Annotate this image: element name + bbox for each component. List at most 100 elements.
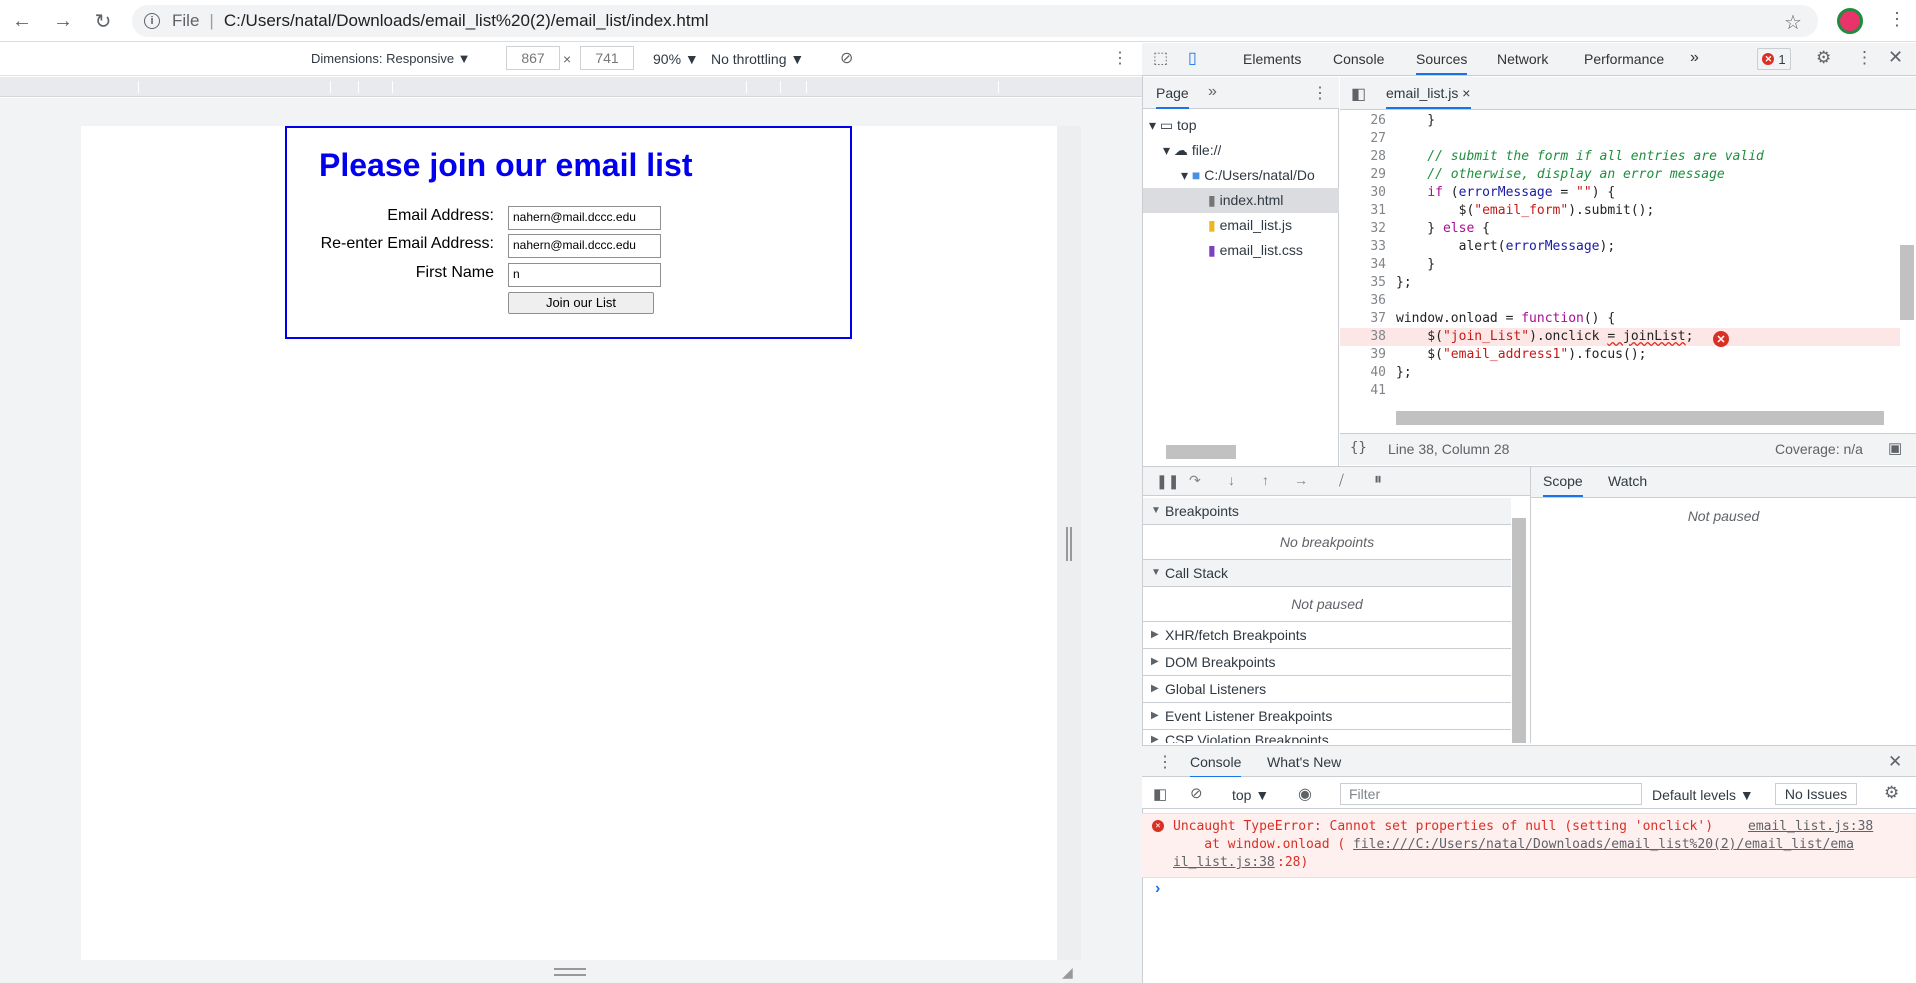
pause-icon[interactable]: ❚❚ (1156, 473, 1179, 490)
devtools-menu-icon[interactable]: ⋮ (1856, 48, 1873, 68)
line-number[interactable]: 31 (1340, 202, 1386, 220)
line-number[interactable]: 29 (1340, 166, 1386, 184)
navigator-scrollbar[interactable] (1166, 445, 1236, 459)
step-into-icon[interactable]: ↓ (1228, 472, 1235, 488)
email-field[interactable]: nahern@mail.dccc.edu (508, 206, 661, 230)
section-breakpoints[interactable]: ▼ Breakpoints (1143, 498, 1511, 525)
stack-frame-link[interactable]: file:///C:/Users/natal/Downloads/email_l… (1353, 836, 1854, 854)
bookmark-star-icon[interactable]: ☆ (1784, 10, 1802, 35)
live-expression-eye-icon[interactable]: ◉ (1298, 784, 1312, 804)
section-xhr-breakpoints[interactable]: ▶ XHR/fetch Breakpoints (1143, 622, 1511, 649)
editor-horizontal-scrollbar[interactable] (1396, 411, 1884, 425)
step-out-icon[interactable]: ↑ (1262, 472, 1269, 488)
navigator-more-icon[interactable]: » (1208, 83, 1217, 101)
media-query-segment[interactable] (358, 81, 359, 93)
viewport-width-input[interactable]: 867 (506, 46, 560, 70)
tab-sources[interactable]: Sources (1416, 51, 1468, 75)
media-query-segment[interactable] (392, 81, 393, 93)
resize-handle-bottom[interactable] (554, 968, 586, 976)
tab-page[interactable]: Page (1156, 85, 1189, 109)
tab-elements[interactable]: Elements (1243, 51, 1301, 67)
line-number[interactable]: 39 (1340, 346, 1386, 364)
console-prompt[interactable]: › (1155, 880, 1160, 898)
error-count-badge[interactable]: ✕ 1 (1757, 48, 1791, 70)
tree-item-folder[interactable]: ▾ ■ C:/Users/natal/Do (1181, 163, 1339, 188)
line-number[interactable]: 30 (1340, 184, 1386, 202)
resize-corner-icon[interactable]: ◢ (1062, 964, 1073, 981)
reload-icon[interactable]: ↻ (89, 7, 117, 35)
more-tabs-icon[interactable]: » (1690, 49, 1699, 67)
url-text[interactable]: C:/Users/natal/Downloads/email_list%20(2… (224, 11, 709, 31)
section-global-listeners[interactable]: ▶ Global Listeners (1143, 676, 1511, 703)
tab-network[interactable]: Network (1497, 51, 1548, 67)
debugger-scrollbar[interactable] (1512, 518, 1526, 743)
context-dropdown[interactable]: top ▼ (1232, 787, 1269, 803)
media-query-segment[interactable] (138, 81, 139, 93)
tree-item-top[interactable]: ▾ ▭ top (1149, 113, 1197, 138)
zoom-dropdown[interactable]: 90% ▼ (653, 51, 699, 67)
clear-console-icon[interactable]: ⊘ (1190, 784, 1203, 802)
step-icon[interactable]: → (1294, 472, 1308, 488)
viewport-height-input[interactable]: 741 (580, 46, 634, 70)
tab-console[interactable]: Console (1333, 51, 1384, 67)
media-query-segment[interactable] (330, 81, 331, 93)
close-devtools-icon[interactable]: ✕ (1888, 47, 1903, 68)
line-number[interactable]: 41 (1340, 382, 1386, 400)
drawer-menu-icon[interactable]: ⋮ (1157, 752, 1173, 772)
section-event-listener-breakpoints[interactable]: ▶ Event Listener Breakpoints (1143, 703, 1511, 730)
stack-frame-link-cont[interactable]: il_list.js:38 (1173, 854, 1275, 872)
log-levels-dropdown[interactable]: Default levels ▼ (1652, 787, 1754, 803)
editor-tab-email-list-js[interactable]: email_list.js × (1386, 85, 1472, 109)
device-menu-icon[interactable]: ⋮ (1112, 48, 1128, 68)
line-number[interactable]: 33 (1340, 238, 1386, 256)
profile-avatar[interactable] (1837, 8, 1863, 34)
settings-gear-icon[interactable]: ⚙ (1816, 48, 1831, 68)
rotate-icon[interactable]: ⊘ (840, 48, 853, 68)
resize-handle-right[interactable] (1066, 527, 1072, 561)
line-number[interactable]: 28 (1340, 148, 1386, 166)
tree-item-index-html[interactable]: ▮ index.html (1143, 188, 1339, 213)
navigator-menu-icon[interactable]: ⋮ (1312, 83, 1328, 103)
info-icon[interactable]: i (144, 13, 160, 29)
toggle-navigator-icon[interactable]: ◧ (1351, 84, 1366, 104)
issues-button[interactable]: No Issues (1775, 783, 1857, 805)
inspect-element-icon[interactable]: ⬚ (1153, 48, 1168, 68)
section-call-stack[interactable]: ▼ Call Stack (1143, 560, 1511, 587)
close-tab-icon[interactable]: × (1462, 85, 1470, 101)
line-number[interactable]: 26 (1340, 112, 1386, 130)
media-query-segment[interactable] (780, 81, 781, 93)
reemail-field[interactable]: nahern@mail.dccc.edu (508, 234, 661, 258)
console-settings-gear-icon[interactable]: ⚙ (1884, 783, 1899, 803)
throttling-dropdown[interactable]: No throttling ▼ (711, 51, 804, 67)
back-icon[interactable]: ← (8, 7, 36, 35)
tab-performance[interactable]: Performance (1584, 51, 1664, 67)
tree-item-file[interactable]: ▾ ☁ file:// (1163, 138, 1221, 163)
line-number[interactable]: 32 (1340, 220, 1386, 238)
tab-watch[interactable]: Watch (1608, 473, 1647, 489)
deactivate-breakpoints-icon[interactable]: ⧸ (1339, 472, 1344, 489)
line-number[interactable]: 38 (1340, 328, 1386, 346)
tree-item-email-list-css[interactable]: ▮ email_list.css (1208, 238, 1303, 263)
address-bar[interactable]: i File | C:/Users/natal/Downloads/email_… (132, 5, 1818, 37)
editor-vertical-scrollbar[interactable] (1900, 245, 1914, 320)
media-query-segment[interactable] (998, 81, 999, 93)
browser-menu-icon[interactable]: ⋮ (1888, 9, 1906, 30)
device-toggle-icon[interactable]: ▯ (1188, 48, 1197, 68)
line-number[interactable]: 34 (1340, 256, 1386, 274)
console-filter-input[interactable]: Filter (1340, 783, 1642, 805)
inline-error-icon[interactable]: ✕ (1713, 331, 1729, 347)
console-sidebar-icon[interactable]: ◧ (1153, 785, 1167, 803)
section-csp-breakpoints[interactable]: ▶ CSP Violation Breakpoints (1143, 730, 1511, 743)
media-query-segment[interactable] (806, 81, 807, 93)
pretty-print-icon[interactable]: {} (1350, 440, 1367, 456)
dimensions-dropdown[interactable]: Dimensions: Responsive ▼ (311, 51, 471, 66)
line-number[interactable]: 35 (1340, 274, 1386, 292)
error-source-link[interactable]: email_list.js:38 (1748, 818, 1873, 836)
line-number[interactable]: 40 (1340, 364, 1386, 382)
coverage-icon[interactable]: ▣ (1888, 439, 1902, 457)
pause-on-exceptions-icon[interactable]: ⏸ (1374, 471, 1382, 489)
media-query-segment[interactable] (746, 81, 747, 93)
tree-item-email-list-js[interactable]: ▮ email_list.js (1208, 213, 1292, 238)
drawer-tab-console[interactable]: Console (1190, 754, 1242, 778)
tab-scope[interactable]: Scope (1543, 473, 1583, 497)
